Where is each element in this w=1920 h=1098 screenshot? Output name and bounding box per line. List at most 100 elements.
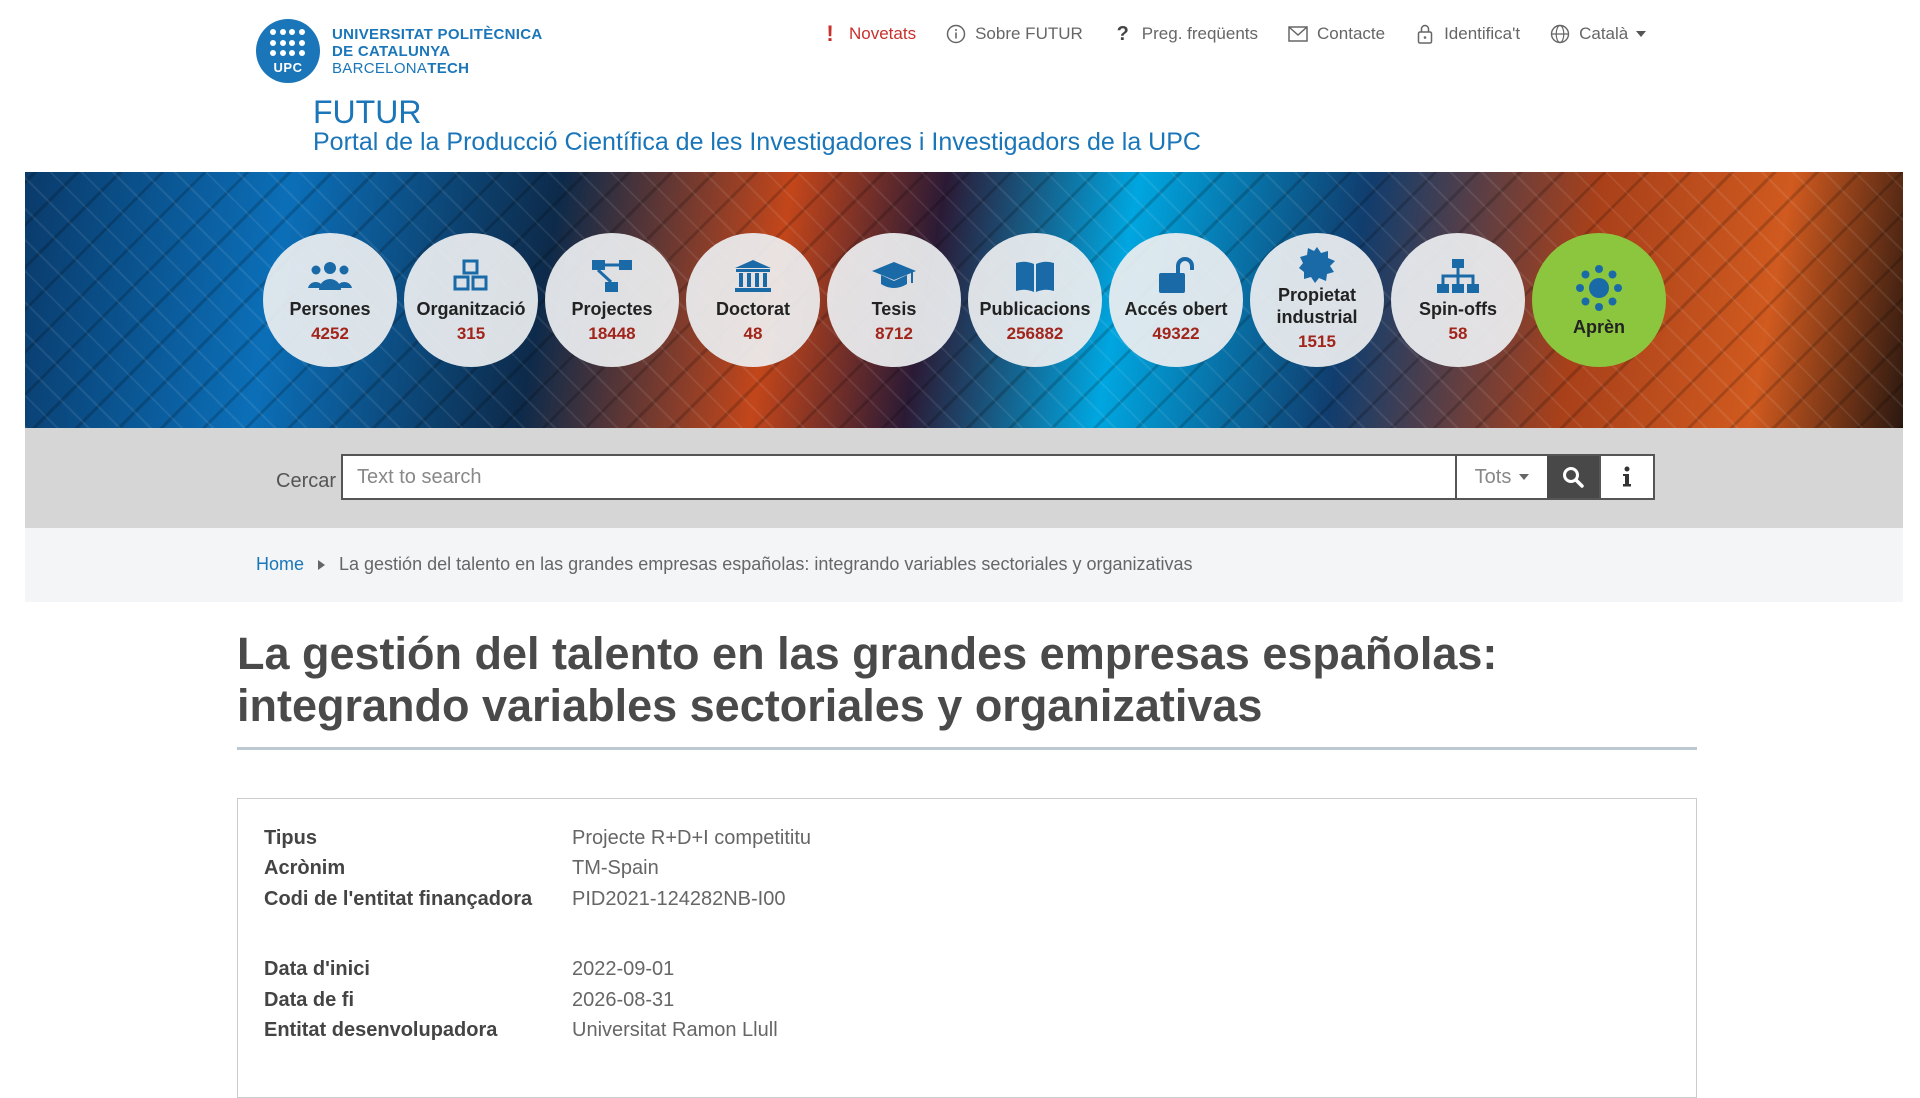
nav-identificat[interactable]: Identifica't <box>1415 24 1520 44</box>
category-spin-offs[interactable]: Spin-offs 58 <box>1391 233 1525 367</box>
nav-preg-label: Preg. freqüents <box>1141 24 1259 43</box>
detail-key: Codi de l'entitat finançadora <box>264 888 533 910</box>
search-label: Cercar <box>276 470 337 492</box>
category-label: Accés obert <box>1124 298 1228 319</box>
logo-text: UNIVERSITAT POLITÈCNICA DE CATALUNYA BAR… <box>332 26 543 77</box>
category-label: Tesis <box>871 298 917 319</box>
logo-line-3: BARCELONATECH <box>332 60 543 77</box>
detail-key: Data de fi <box>264 989 355 1011</box>
category-count: 49322 <box>1152 323 1200 343</box>
search-input[interactable] <box>343 456 1455 498</box>
detail-row-entitat-desenvolupadora: Entitat desenvolupadora Universitat Ramo… <box>264 1019 778 1042</box>
nav-identificat-label: Identifica't <box>1444 24 1521 43</box>
category-bubbles: Persones 4252 Organització 315 Projectes… <box>263 233 1673 367</box>
site-subtitle: Portal de la Producció Científica de les… <box>313 128 1201 156</box>
search-button[interactable] <box>1547 456 1599 498</box>
detail-key: Tipus <box>264 827 317 849</box>
cubes-icon <box>451 257 491 295</box>
category-label: Aprèn <box>1572 316 1625 337</box>
detail-value: Universitat Ramon Llull <box>572 1019 778 1041</box>
category-label-line-1: Propietat <box>1277 284 1356 305</box>
unlock-icon <box>1156 256 1196 295</box>
logo-abbr: UPC <box>273 60 303 75</box>
detail-key: Acrònim <box>264 857 346 879</box>
nav-contacte[interactable]: Contacte <box>1288 24 1385 44</box>
hero-banner: Persones 4252 Organització 315 Projectes… <box>25 172 1903 428</box>
detail-value: PID2021-124282NB-I00 <box>572 888 786 910</box>
category-count: 256882 <box>1006 323 1064 343</box>
title-divider <box>237 747 1697 750</box>
caret-right-icon <box>318 559 326 570</box>
category-apren[interactable]: Aprèn <box>1532 233 1666 367</box>
detail-key: Data d'inici <box>264 958 370 980</box>
detail-row-acronim: Acrònim TM-Spain <box>264 857 659 880</box>
breadcrumb: Home La gestión del talento en las grand… <box>256 554 1193 575</box>
breadcrumb-home-link[interactable]: Home <box>256 554 304 575</box>
detail-row-codi-entitat: Codi de l'entitat finançadora PID2021-12… <box>264 888 785 911</box>
book-open-icon <box>1014 257 1056 295</box>
nav-novetats[interactable]: ! Novetats <box>820 21 917 46</box>
category-persones[interactable]: Persones 4252 <box>263 233 397 367</box>
logo-line-1: UNIVERSITAT POLITÈCNICA <box>332 25 543 43</box>
category-count: 4252 <box>311 323 349 343</box>
detail-value: 2026-08-31 <box>572 989 675 1011</box>
category-count: 1515 <box>1298 331 1336 351</box>
people-icon <box>307 257 353 295</box>
nav-contacte-label: Contacte <box>1317 24 1386 43</box>
category-label: Propietat industrial <box>1276 284 1357 328</box>
category-doctorat[interactable]: Doctorat 48 <box>686 233 820 367</box>
detail-value: TM-Spain <box>572 857 659 879</box>
nav-novetats-label: Novetats <box>849 24 917 43</box>
category-count: 315 <box>456 323 486 343</box>
exclamation-icon: ! <box>826 21 834 46</box>
search-bar: Tots <box>341 454 1655 500</box>
category-publicacions[interactable]: Publicacions 256882 <box>968 233 1102 367</box>
chevron-down-icon <box>1636 31 1647 37</box>
category-propietat-industrial[interactable]: Propietat industrial 1515 <box>1250 233 1384 367</box>
detail-row-tipus: Tipus Projecte R+D+I competititu <box>264 827 811 850</box>
flower-icon <box>1574 263 1624 313</box>
category-label: Doctorat <box>715 298 790 319</box>
breadcrumb-current: La gestión del talento en las grandes em… <box>339 554 1193 574</box>
language-label: Català <box>1579 24 1629 43</box>
top-nav: ! Novetats Sobre FUTUR ? Preg. freqüents… <box>820 21 1676 46</box>
sitemap-icon <box>1436 257 1480 295</box>
search-icon <box>1563 467 1584 488</box>
search-scope-dropdown[interactable]: Tots <box>1455 456 1547 498</box>
graduation-cap-icon <box>871 257 917 295</box>
search-scope-label: Tots <box>1474 465 1512 488</box>
category-organitzacio[interactable]: Organització 315 <box>404 233 538 367</box>
category-count: 48 <box>743 323 763 343</box>
question-icon: ? <box>1116 22 1129 45</box>
category-count: 18448 <box>588 323 636 343</box>
site-title[interactable]: FUTUR <box>313 94 421 131</box>
nav-preg-frequents[interactable]: ? Preg. freqüents <box>1113 22 1259 45</box>
detail-value: 2022-09-01 <box>572 958 675 980</box>
category-count: 58 <box>1448 323 1468 343</box>
institution-icon <box>734 257 772 295</box>
logo-line-2: DE CATALUNYA <box>332 42 451 60</box>
upc-logo[interactable]: UPC UNIVERSITAT POLITÈCNICA DE CATALUNYA… <box>256 18 556 84</box>
detail-row-data-fi: Data de fi 2026-08-31 <box>264 989 674 1012</box>
logo-line-3a: BARCELONA <box>332 59 428 77</box>
search-info-button[interactable] <box>1599 456 1653 498</box>
detail-key: Entitat desenvolupadora <box>264 1019 498 1041</box>
upc-logo-icon: UPC <box>256 19 320 83</box>
logo-line-3b: TECH <box>427 59 470 77</box>
nav-sobre-futur[interactable]: Sobre FUTUR <box>946 24 1083 44</box>
category-acces-obert[interactable]: Accés obert 49322 <box>1109 233 1243 367</box>
globe-icon <box>1550 24 1570 44</box>
category-label: Persones <box>289 298 371 319</box>
category-count: 8712 <box>875 323 913 343</box>
nav-sobre-label: Sobre FUTUR <box>975 24 1083 43</box>
category-tesis[interactable]: Tesis 8712 <box>827 233 961 367</box>
category-label: Publicacions <box>979 298 1091 319</box>
language-selector[interactable]: Català <box>1550 24 1647 44</box>
chevron-down-icon <box>1519 474 1530 480</box>
category-label: Organització <box>416 298 526 319</box>
envelope-icon <box>1288 24 1308 44</box>
detail-row-data-inici: Data d'inici 2022-09-01 <box>264 958 674 981</box>
info-icon <box>1623 466 1631 487</box>
category-projectes[interactable]: Projectes 18448 <box>545 233 679 367</box>
category-label: Projectes <box>571 298 653 319</box>
